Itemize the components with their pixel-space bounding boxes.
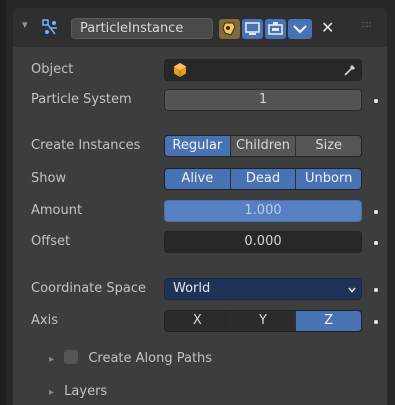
coordinate-space-dropdown[interactable]: World xyxy=(164,278,362,300)
keyframe-dot[interactable] xyxy=(374,320,378,324)
create-size-toggle[interactable]: Size xyxy=(296,136,361,156)
close-icon[interactable]: ✕ xyxy=(321,18,334,37)
create-along-paths-label: Create Along Paths xyxy=(88,351,213,366)
chevron-down-icon xyxy=(348,287,356,293)
edit-mode-toggle[interactable] xyxy=(219,19,240,39)
show-toggles: Alive Dead Unborn xyxy=(164,168,362,190)
axis-z-toggle[interactable]: Z xyxy=(296,311,361,331)
modifier-name-field[interactable]: ParticleInstance xyxy=(71,18,213,39)
particle-instance-icon xyxy=(42,19,57,35)
realtime-toggle[interactable] xyxy=(242,19,263,39)
axis-x-toggle[interactable]: X xyxy=(165,311,231,331)
axis-y-toggle[interactable]: Y xyxy=(230,311,297,331)
create-children-toggle[interactable]: Children xyxy=(230,136,297,156)
render-toggle[interactable] xyxy=(265,19,286,39)
subpanel-layers[interactable]: ▸ Layers xyxy=(49,382,107,402)
amount-slider[interactable]: 1.000 xyxy=(164,200,362,222)
monitor-icon xyxy=(245,22,260,35)
show-dead-toggle[interactable]: Dead xyxy=(230,169,297,189)
edit-mode-icon xyxy=(222,22,236,36)
keyframe-dot[interactable] xyxy=(374,288,378,292)
object-label: Object xyxy=(31,62,74,77)
amount-label: Amount xyxy=(31,203,83,218)
create-instances-label: Create Instances xyxy=(31,138,141,153)
drag-handle-icon[interactable]: :::: xyxy=(361,19,372,30)
coordinate-space-label: Coordinate Space xyxy=(31,281,147,296)
object-cube-icon xyxy=(174,63,186,77)
create-along-paths-checkbox[interactable] xyxy=(64,350,79,364)
editor-left-edge xyxy=(0,0,6,405)
expand-arrow-icon: ▸ xyxy=(49,354,55,365)
show-unborn-toggle[interactable]: Unborn xyxy=(296,169,361,189)
axis-toggles: X Y Z xyxy=(164,310,362,332)
particle-system-label: Particle System xyxy=(31,92,132,107)
axis-label: Axis xyxy=(31,313,58,328)
keyframe-dot[interactable] xyxy=(374,99,378,103)
keyframe-dot[interactable] xyxy=(374,210,378,214)
offset-label: Offset xyxy=(31,234,71,249)
particle-system-field[interactable]: 1 xyxy=(164,89,362,111)
modifier-menu-button[interactable] xyxy=(288,19,312,39)
offset-field[interactable]: 0.000 xyxy=(164,231,362,253)
subpanel-create-along-paths[interactable]: ▸ Create Along Paths xyxy=(49,349,212,369)
layers-label: Layers xyxy=(64,384,108,399)
modifier-header: ▾ ParticleInstance ✕:::: xyxy=(13,8,387,47)
camera-icon xyxy=(268,22,283,35)
eyedropper-icon[interactable] xyxy=(343,63,357,77)
object-field[interactable] xyxy=(164,59,362,81)
modifier-panel: ▾ ParticleInstance ✕:::: Object Particl… xyxy=(13,8,387,405)
keyframe-dot[interactable] xyxy=(374,241,378,245)
create-instances-toggles: Regular Children Size xyxy=(164,135,362,157)
collapse-toggle[interactable]: ▾ xyxy=(22,18,28,31)
coordinate-space-value: World xyxy=(173,281,211,296)
show-alive-toggle[interactable]: Alive xyxy=(165,169,231,189)
expand-arrow-icon: ▸ xyxy=(49,387,55,398)
show-label: Show xyxy=(31,171,67,186)
create-regular-toggle[interactable]: Regular xyxy=(165,136,231,156)
chevron-down-icon xyxy=(293,25,307,34)
